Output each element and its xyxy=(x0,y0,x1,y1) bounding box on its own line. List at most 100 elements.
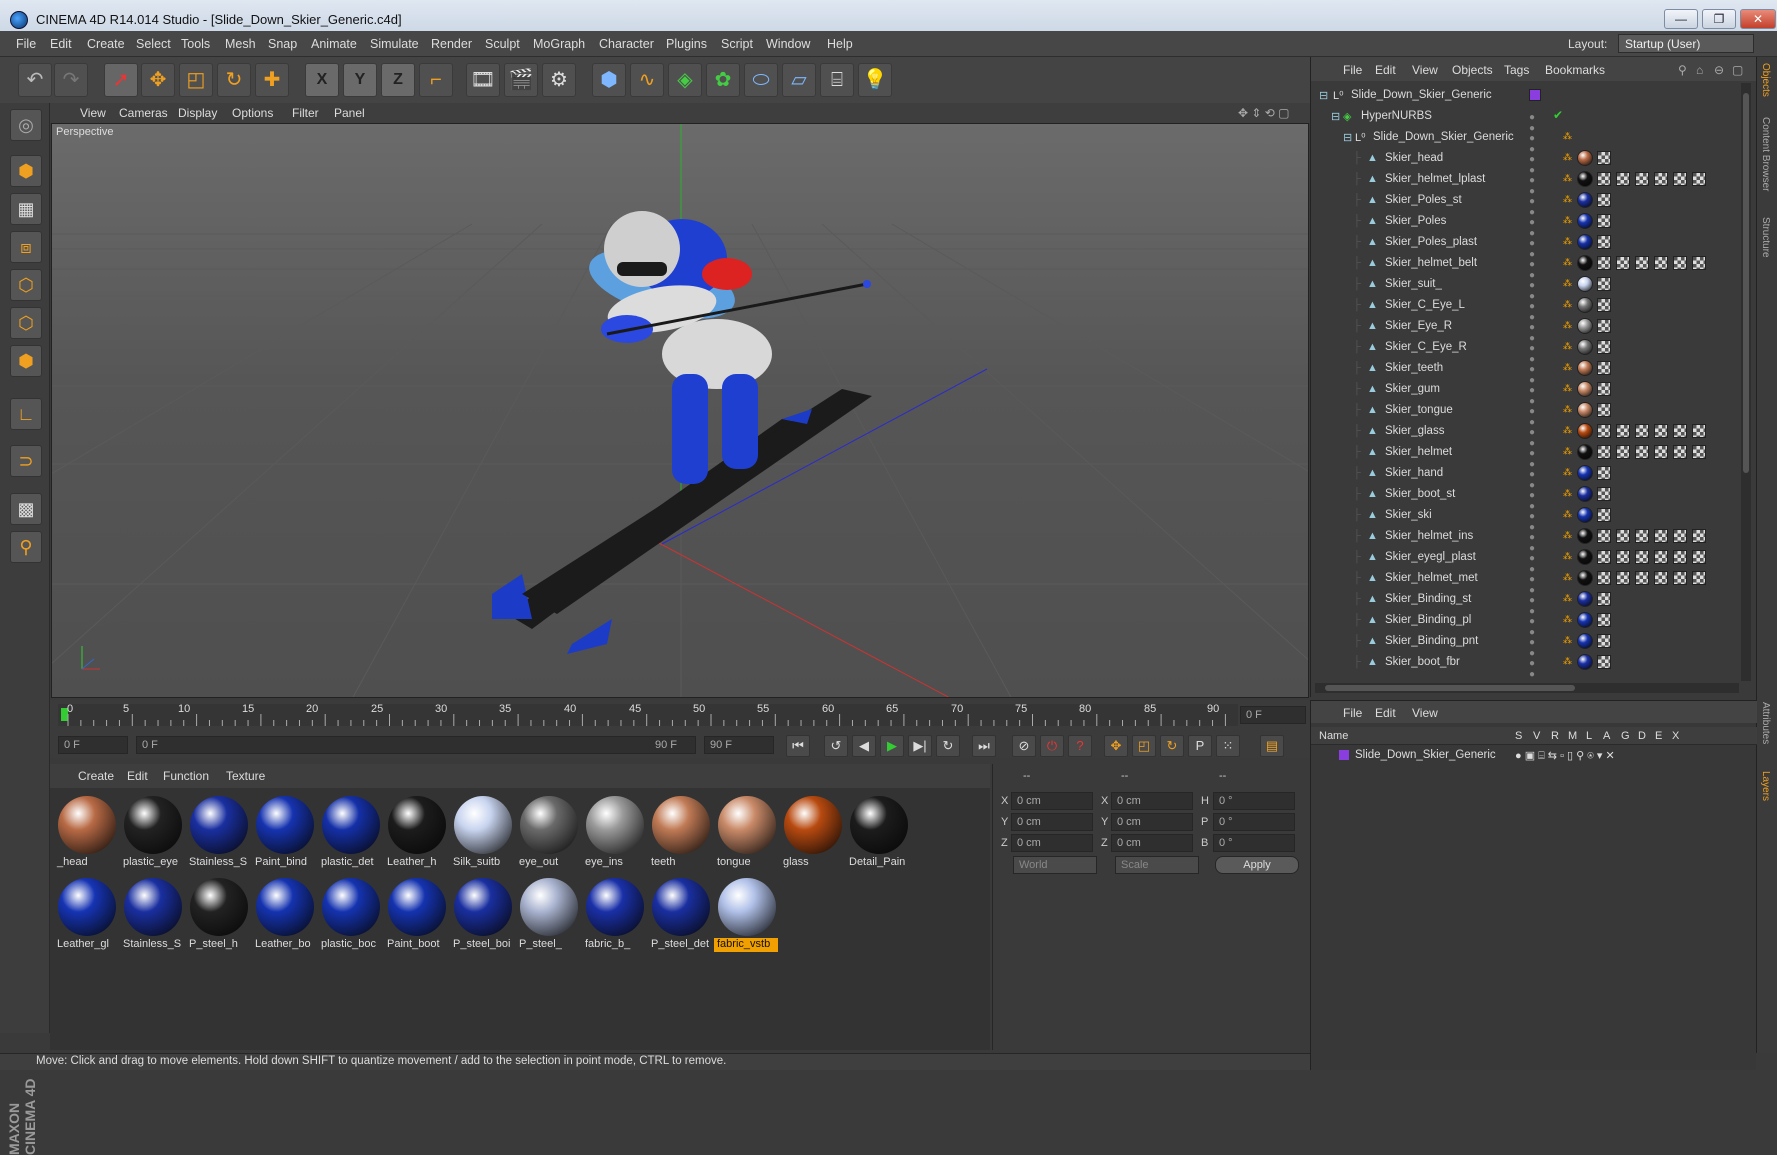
snap-grid-icon[interactable]: ▩ xyxy=(10,493,42,525)
deformer-icon[interactable]: ⬭ xyxy=(744,63,778,97)
material-swatch[interactable]: Leather_h xyxy=(384,794,448,872)
layout-select[interactable]: Startup (User) xyxy=(1618,34,1754,53)
menu-plugins[interactable]: Plugins xyxy=(666,37,707,51)
size-z-field[interactable]: 0 cm xyxy=(1111,834,1193,852)
object-row-hypernurbs[interactable]: ⊟ ◈ HyperNURBS ● ● ✔ xyxy=(1311,106,1757,134)
object-row[interactable]: ├ ▲ Skier_C_Eye_L ● ● ⁂ xyxy=(1311,295,1757,323)
object-row[interactable]: ├ ▲ Skier_Eye_R ● ● ⁂ xyxy=(1311,316,1757,344)
phong-tag-icon[interactable]: ⁂ xyxy=(1563,362,1572,372)
visibility-dots[interactable]: ● ● xyxy=(1529,553,1543,575)
go-to-start-icon[interactable]: ⏮ xyxy=(786,735,810,757)
uvw-tag-icon[interactable] xyxy=(1654,529,1668,543)
object-row[interactable]: ├ ▲ Skier_head ● ● ⁂ xyxy=(1311,148,1757,176)
layer-color-icon[interactable] xyxy=(1339,750,1349,760)
menu-file[interactable]: File xyxy=(16,37,36,51)
obj-menu-objects[interactable]: Objects xyxy=(1452,63,1493,77)
visibility-dots[interactable]: ● ● xyxy=(1529,322,1543,344)
move-icon[interactable]: ✥ xyxy=(141,63,175,97)
object-row-root[interactable]: ⊟ L⁰ Slide_Down_Skier_Generic xyxy=(1311,85,1757,106)
phong-tag-icon[interactable]: ⁂ xyxy=(1563,614,1572,624)
object-row[interactable]: ├ ▲ Skier_Poles_st ● ● ⁂ xyxy=(1311,190,1757,218)
cinema4d-app-icon[interactable] xyxy=(10,11,28,29)
viewport-menu-panel[interactable]: Panel xyxy=(334,106,365,120)
uvw-tag-icon[interactable] xyxy=(1597,403,1611,417)
phong-tag-icon[interactable]: ⁂ xyxy=(1563,194,1572,204)
rotation-p-field[interactable]: 0 ° xyxy=(1213,813,1295,831)
texture-tag-icon[interactable] xyxy=(1577,234,1593,250)
uvw-tag-icon[interactable] xyxy=(1654,550,1668,564)
mat-menu-create[interactable]: Create xyxy=(78,769,114,783)
menu-create[interactable]: Create xyxy=(87,37,125,51)
uvw-tag-icon[interactable] xyxy=(1635,550,1649,564)
texture-tag-icon[interactable] xyxy=(1577,318,1593,334)
texture-tag-icon[interactable] xyxy=(1577,549,1593,565)
uvw-tag-icon[interactable] xyxy=(1597,151,1611,165)
uvw-tag-icon[interactable] xyxy=(1616,445,1630,459)
texture-mode-icon[interactable]: ▦ xyxy=(10,193,42,225)
collapse-icon[interactable]: ⊖ xyxy=(1714,63,1724,77)
phong-tag-icon[interactable]: ⁂ xyxy=(1563,593,1572,603)
obj-menu-edit[interactable]: Edit xyxy=(1375,63,1396,77)
object-horizontal-scrollbar[interactable] xyxy=(1315,683,1739,693)
scale-icon[interactable]: ◰ xyxy=(179,63,213,97)
enabled-check-icon[interactable]: ✔ xyxy=(1553,108,1563,122)
visibility-dots[interactable]: ● ● xyxy=(1529,196,1543,218)
texture-tag-icon[interactable] xyxy=(1577,633,1593,649)
material-swatch[interactable]: Leather_gl xyxy=(54,876,118,954)
render-picture-viewer-icon[interactable]: 🎬 xyxy=(504,63,538,97)
menu-animate[interactable]: Animate xyxy=(311,37,357,51)
material-swatch[interactable]: P_steel_boi xyxy=(450,876,514,954)
visibility-dots[interactable]: ● ● xyxy=(1529,595,1543,617)
model-mode-icon[interactable]: ⬢ xyxy=(10,155,42,187)
texture-tag-icon[interactable] xyxy=(1577,444,1593,460)
texture-tag-icon[interactable] xyxy=(1577,402,1593,418)
current-frame-field[interactable]: 0 F xyxy=(1240,706,1306,724)
material-swatch[interactable]: Paint_boot xyxy=(384,876,448,954)
key-scale-icon[interactable]: ◰ xyxy=(1132,735,1156,757)
texture-tag-icon[interactable] xyxy=(1577,360,1593,376)
visibility-dots[interactable]: ● ● xyxy=(1529,490,1543,512)
texture-tag-icon[interactable] xyxy=(1577,339,1593,355)
timeline-window-icon[interactable]: ▤ xyxy=(1260,735,1284,757)
frame-range-slider[interactable]: 0 F 90 F xyxy=(136,736,696,754)
workplane-mode-icon[interactable]: ⧈ xyxy=(10,231,42,263)
repeat-icon[interactable]: ↻ xyxy=(936,735,960,757)
uvw-tag-icon[interactable] xyxy=(1692,529,1706,543)
visibility-dots[interactable]: ● ● xyxy=(1529,511,1543,533)
uvw-tag-icon[interactable] xyxy=(1635,424,1649,438)
texture-tag-icon[interactable] xyxy=(1577,528,1593,544)
visibility-dots[interactable]: ● ● xyxy=(1529,133,1543,155)
uvw-tag-icon[interactable] xyxy=(1597,529,1611,543)
texture-tag-icon[interactable] xyxy=(1577,297,1593,313)
phong-tag-icon[interactable]: ⁂ xyxy=(1563,467,1572,477)
menu-snap[interactable]: Snap xyxy=(268,37,297,51)
rotation-b-field[interactable]: 0 ° xyxy=(1213,834,1295,852)
uvw-tag-icon[interactable] xyxy=(1597,193,1611,207)
texture-tag-icon[interactable] xyxy=(1577,171,1593,187)
phong-tag-icon[interactable]: ⁂ xyxy=(1563,320,1572,330)
render-view-icon[interactable]: 🎞 xyxy=(466,63,500,97)
uvw-tag-icon[interactable] xyxy=(1616,550,1630,564)
object-row[interactable]: ├ ▲ Skier_helmet_ins ● ● ⁂ xyxy=(1311,526,1757,554)
phong-tag-icon[interactable]: ⁂ xyxy=(1563,173,1572,183)
uvw-tag-icon[interactable] xyxy=(1616,571,1630,585)
spline-icon[interactable]: ∿ xyxy=(630,63,664,97)
material-swatch[interactable]: _head xyxy=(54,794,118,872)
add-icon[interactable]: ✚ xyxy=(255,63,289,97)
world-select[interactable]: World xyxy=(1013,856,1097,874)
position-y-field[interactable]: 0 cm xyxy=(1011,813,1093,831)
collapse-toggle-icon[interactable]: ⊟ xyxy=(1331,110,1340,123)
object-row[interactable]: ├ ▲ Skier_helmet_met ● ● ⁂ xyxy=(1311,568,1757,596)
texture-tag-icon[interactable] xyxy=(1577,465,1593,481)
material-swatch[interactable]: P_steel_ xyxy=(516,876,580,954)
obj-menu-view[interactable]: View xyxy=(1412,63,1438,77)
phong-tag-icon[interactable]: ⁂ xyxy=(1563,278,1572,288)
menu-edit[interactable]: Edit xyxy=(50,37,72,51)
phong-tag-icon[interactable]: ⁂ xyxy=(1563,530,1572,540)
undo-icon[interactable]: ↶ xyxy=(18,63,52,97)
tab-attributes[interactable]: Attributes xyxy=(1760,702,1771,744)
visibility-dots[interactable]: ● ● xyxy=(1529,301,1543,323)
uvw-tag-icon[interactable] xyxy=(1635,172,1649,186)
autokey-icon[interactable]: ⏻ xyxy=(1040,735,1064,757)
uvw-tag-icon[interactable] xyxy=(1673,529,1687,543)
